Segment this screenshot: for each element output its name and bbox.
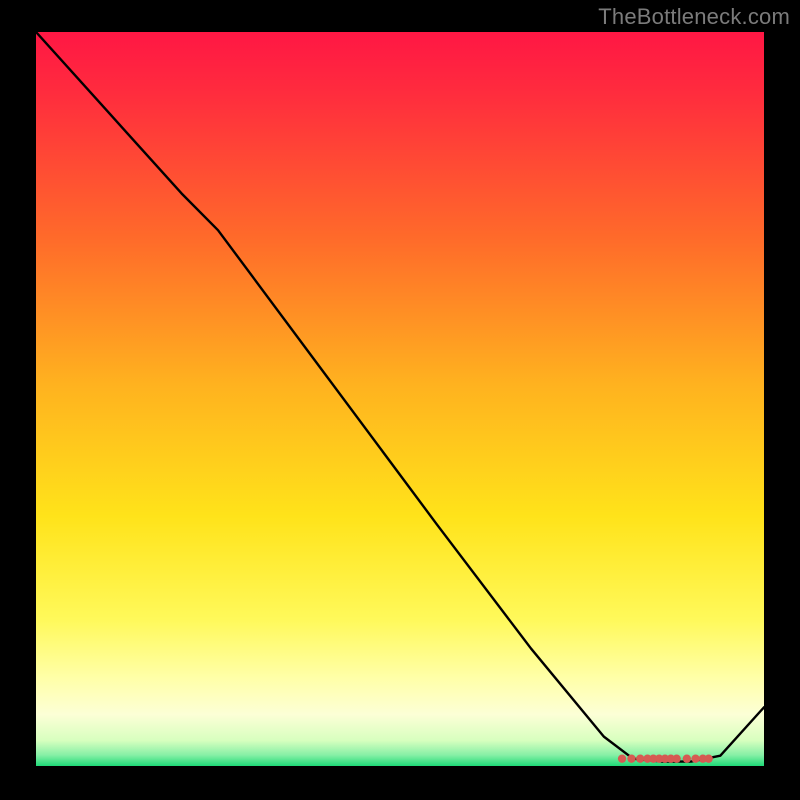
chart-frame: TheBottleneck.com xyxy=(0,0,800,800)
attribution-label: TheBottleneck.com xyxy=(598,4,790,30)
marker-dot xyxy=(627,754,635,762)
marker-dot xyxy=(704,754,712,762)
marker-dot xyxy=(636,754,644,762)
plot-area xyxy=(36,32,764,766)
marker-dot xyxy=(618,754,626,762)
marker-dot xyxy=(672,754,680,762)
chart-svg xyxy=(36,32,764,766)
marker-dot xyxy=(683,754,691,762)
marker-dot xyxy=(691,754,699,762)
gradient-background xyxy=(36,32,764,766)
